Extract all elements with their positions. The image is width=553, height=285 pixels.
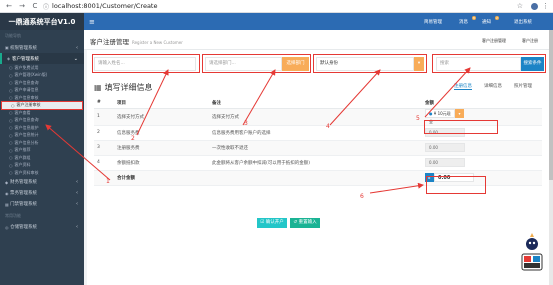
annotation-arrow bbox=[45, 124, 111, 181]
annotation-arrow bbox=[242, 69, 276, 126]
annotation-arrow bbox=[424, 67, 471, 118]
annotation-number: 3 bbox=[244, 120, 248, 127]
annotation-arrow bbox=[136, 69, 169, 136]
annotation-number: 2 bbox=[131, 135, 135, 142]
annotation-number: 6 bbox=[360, 193, 364, 200]
annotation-number: 1 bbox=[106, 178, 110, 185]
annotation-arrow bbox=[369, 182, 424, 194]
mascot-icon bbox=[521, 233, 543, 271]
annotation-arrows bbox=[45, 67, 471, 194]
annotation-number: 4 bbox=[326, 123, 330, 130]
annotation-number: 5 bbox=[416, 115, 420, 122]
annotation-arrow bbox=[329, 69, 381, 126]
